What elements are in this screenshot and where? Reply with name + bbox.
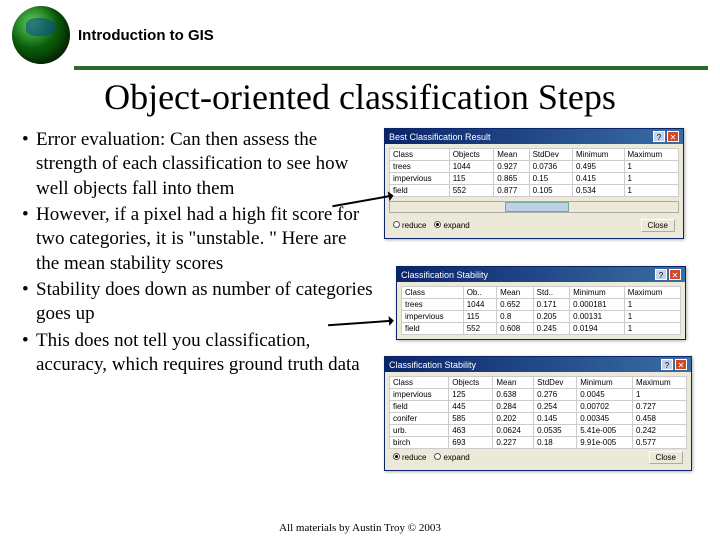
bullet-4: This does not tell you classification, a… xyxy=(36,329,374,378)
help-icon[interactable]: ? xyxy=(653,131,665,142)
result-table: ClassObjectsMeanStdDevMinimumMaximum tre… xyxy=(389,148,679,197)
help-icon[interactable]: ? xyxy=(661,359,673,370)
stability-table-1: ClassOb..MeanStd..MinimumMaximum trees10… xyxy=(401,286,681,335)
close-button[interactable]: Close xyxy=(649,451,683,464)
close-button[interactable]: Close xyxy=(641,219,675,232)
window-best-classification: Best Classification Result ?✕ ClassObjec… xyxy=(384,128,684,239)
course-title: Introduction to GIS xyxy=(78,27,214,44)
help-icon[interactable]: ? xyxy=(655,269,667,280)
close-icon[interactable]: ✕ xyxy=(669,269,681,280)
credit: All materials by Austin Troy © 2003 xyxy=(0,522,720,534)
close-icon[interactable]: ✕ xyxy=(675,359,687,370)
close-icon[interactable]: ✕ xyxy=(667,131,679,142)
page-title: Object-oriented classification Steps xyxy=(10,76,710,118)
scrollbar[interactable] xyxy=(389,201,679,213)
window-stability-2: Classification Stability ?✕ ClassObjects… xyxy=(384,356,692,471)
window-title: Classification Stability xyxy=(401,270,488,280)
screenshots: Best Classification Result ?✕ ClassObjec… xyxy=(384,128,712,379)
stability-table-2: ClassObjectsMeanStdDevMinimumMaximum imp… xyxy=(389,376,687,449)
globe-icon xyxy=(12,6,70,64)
window-title: Best Classification Result xyxy=(389,132,491,142)
window-stability-1: Classification Stability ?✕ ClassOb..Mea… xyxy=(396,266,686,340)
window-title: Classification Stability xyxy=(389,360,476,370)
reduce-radio[interactable]: reduce xyxy=(402,453,426,462)
reduce-radio[interactable]: reduce xyxy=(402,221,426,230)
expand-radio[interactable]: expand xyxy=(443,221,469,230)
bullet-2: However, if a pixel had a high fit score… xyxy=(36,203,374,276)
bullet-list: •Error evaluation: Can then assess the s… xyxy=(14,128,374,377)
divider xyxy=(74,66,708,70)
expand-radio[interactable]: expand xyxy=(443,453,469,462)
bullet-3: Stability does down as number of categor… xyxy=(36,278,374,327)
bullet-1: Error evaluation: Can then assess the st… xyxy=(36,128,374,201)
